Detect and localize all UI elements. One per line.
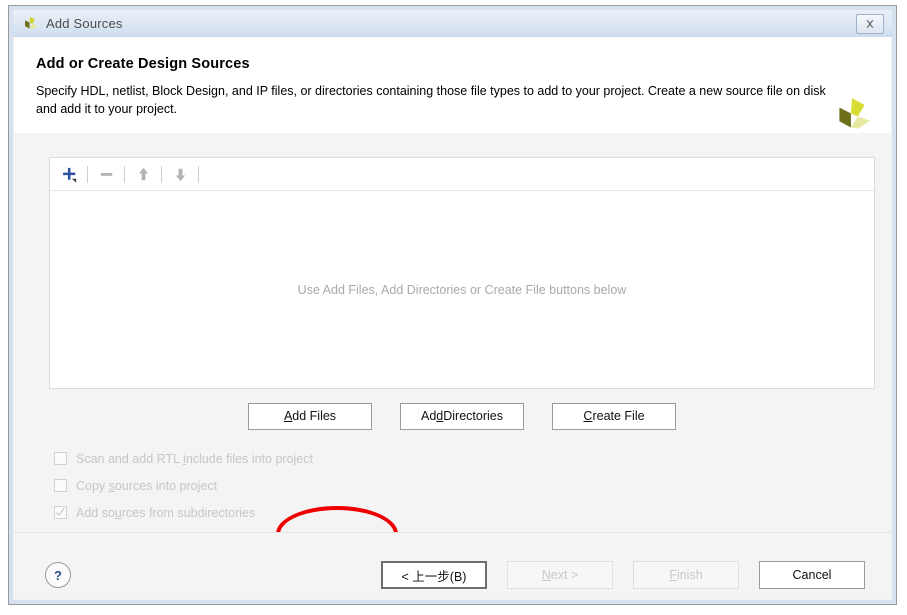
empty-list-message: Use Add Files, Add Directories or Create… [297, 283, 627, 297]
page-title: Add or Create Design Sources [36, 56, 250, 72]
add-directories-label-rest: Directories [443, 409, 503, 423]
source-list-empty-area[interactable]: Use Add Files, Add Directories or Create… [50, 191, 874, 389]
toolbar-separator [198, 165, 199, 183]
create-file-button[interactable]: Create File [552, 402, 676, 430]
vivado-pinwheel-logo-icon [21, 15, 39, 33]
next-label-rest: ext > [550, 568, 579, 582]
source-list-panel: Use Add Files, Add Directories or Create… [49, 157, 875, 389]
label-part: ources into project [114, 478, 218, 493]
help-button[interactable]: ? [45, 562, 71, 588]
label-part: nclude files into project [185, 451, 313, 466]
next-mnemonic: N [541, 568, 551, 582]
add-files-mnemonic: A [283, 409, 293, 423]
dialog-body: Use Add Files, Add Directories or Create… [14, 133, 891, 599]
toolbar-separator [124, 165, 125, 183]
move-up-icon [130, 162, 156, 186]
finish-label-rest: inish [676, 568, 703, 582]
create-file-label-rest: reate File [592, 409, 645, 423]
add-icon[interactable] [56, 162, 82, 186]
checkbox-mnemonic: u [114, 505, 122, 520]
checkbox-box [54, 452, 67, 465]
copy-sources-checkbox: Copy sources into project [54, 472, 313, 499]
source-action-buttons: Add Files Ad d Directories Create File [49, 401, 875, 431]
checkbox-label: Copy sources into project [76, 479, 217, 493]
vivado-pinwheel-logo-icon [831, 95, 873, 137]
toolbar-separator [87, 165, 88, 183]
options-checkbox-group: Scan and add RTL include files into proj… [54, 445, 313, 526]
source-list-toolbar [50, 158, 874, 191]
label-part: Add so [76, 505, 115, 520]
dialog-footer: ? < 上一步(B) Next > Finish Cancel [14, 533, 891, 599]
add-directories-mnemonic: d [436, 409, 444, 423]
dialog-header: Add or Create Design Sources Specify HDL… [14, 37, 891, 133]
title-bar: Add Sources [13, 10, 892, 37]
label-part: Copy [76, 478, 109, 493]
checkbox-label: Add sources from subdirectories [76, 506, 255, 520]
label-part: Scan and add RTL [76, 451, 184, 466]
back-button[interactable]: < 上一步(B) [381, 561, 487, 589]
toolbar-separator [161, 165, 162, 183]
checkbox-box [54, 479, 67, 492]
add-directories-label-head: Ad [421, 409, 437, 423]
finish-mnemonic: F [669, 568, 677, 582]
wizard-nav-buttons: < 上一步(B) Next > Finish Cancel [381, 561, 865, 589]
scan-rtl-include-checkbox: Scan and add RTL include files into proj… [54, 445, 313, 472]
next-button: Next > [507, 561, 613, 589]
close-icon[interactable] [856, 13, 884, 34]
checkbox-label: Scan and add RTL include files into proj… [76, 452, 313, 466]
create-file-mnemonic: C [583, 409, 593, 423]
remove-icon [93, 162, 119, 186]
label-part: rces from subdirectories [121, 505, 256, 520]
add-directories-button[interactable]: Ad d Directories [400, 402, 524, 430]
finish-button: Finish [633, 561, 739, 589]
move-down-icon [167, 162, 193, 186]
add-subdirectories-checkbox: Add sources from subdirectories [54, 499, 313, 526]
cancel-button[interactable]: Cancel [759, 561, 865, 589]
page-description: Specify HDL, netlist, Block Design, and … [36, 84, 826, 116]
add-files-button[interactable]: Add Files [248, 402, 372, 430]
add-files-label-rest: dd Files [292, 409, 337, 423]
add-sources-dialog: Add Sources Add or Create Design Sources… [8, 5, 897, 605]
window-title: Add Sources [46, 16, 123, 31]
check-icon [55, 507, 65, 516]
checkbox-box [54, 506, 67, 519]
